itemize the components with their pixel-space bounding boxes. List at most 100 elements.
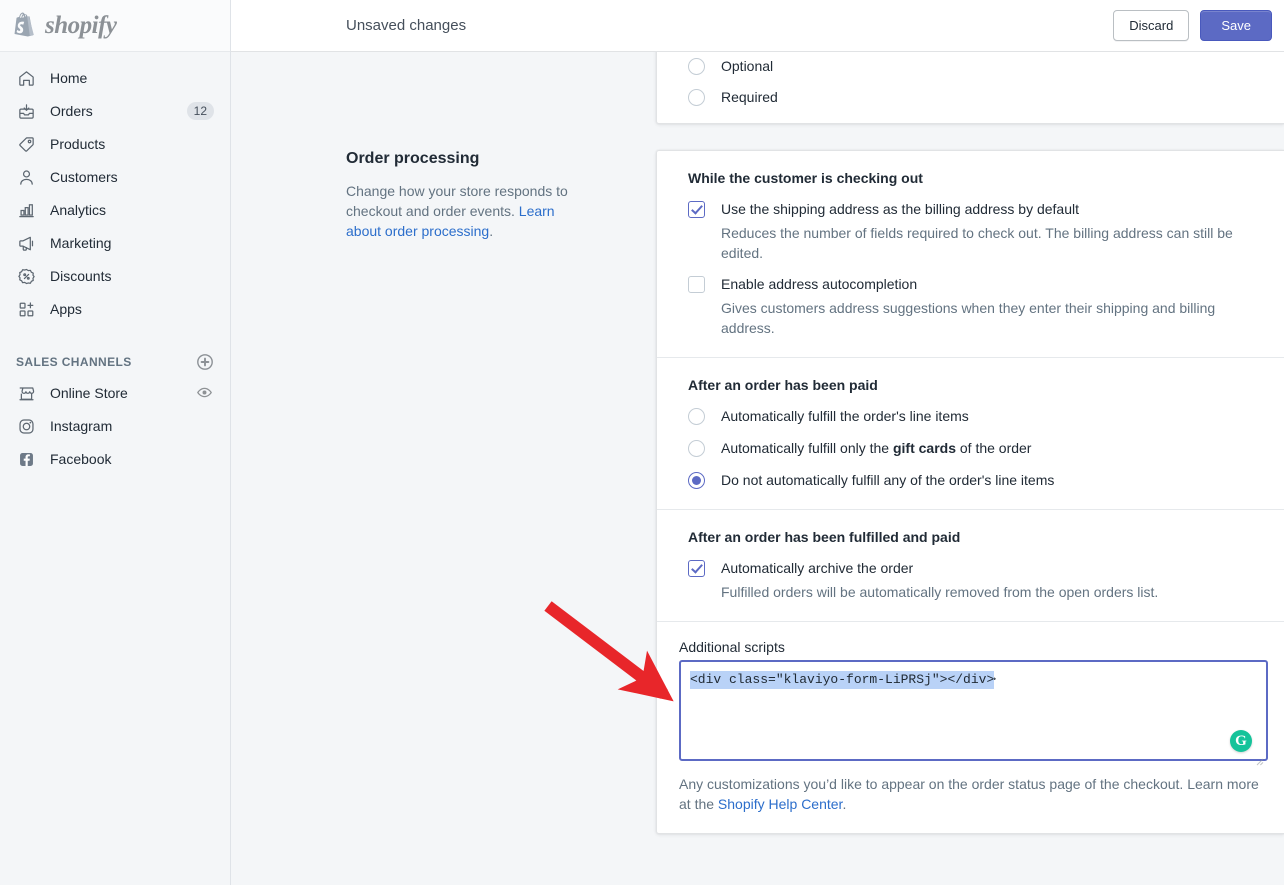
order-processing-row: Order processing Change how your store r… xyxy=(231,150,1284,860)
shopify-help-center-link[interactable]: Shopify Help Center xyxy=(718,796,843,812)
radio-optional-label: Optional xyxy=(721,58,774,74)
orders-icon xyxy=(16,101,36,121)
sidebar-item-label: Facebook xyxy=(50,451,112,467)
checkbox-use-shipping-as-billing[interactable] xyxy=(688,201,705,218)
radio-row-optional[interactable]: Optional xyxy=(688,57,1260,76)
radio-optional[interactable] xyxy=(688,58,705,75)
save-button[interactable]: Save xyxy=(1200,10,1272,41)
discounts-percent-icon xyxy=(16,266,36,286)
plus-circle-icon[interactable] xyxy=(196,353,214,371)
order-processing-description-period: . xyxy=(489,223,494,239)
orders-count-badge: 12 xyxy=(186,102,214,120)
products-tag-icon xyxy=(16,134,36,154)
sales-channels-list: Online Store Instagram Facebook xyxy=(0,377,230,475)
shopify-bag-icon xyxy=(12,12,38,40)
sidebar-item-customers[interactable]: Customers xyxy=(8,161,222,193)
order-processing-description: Change how your store responds to checko… xyxy=(346,181,586,241)
sidebar-item-label: Online Store xyxy=(50,385,128,401)
additional-scripts-input[interactable] xyxy=(679,660,1268,761)
sidebar-item-label: Discounts xyxy=(50,268,112,284)
sidebar-item-orders[interactable]: Orders 12 xyxy=(8,95,222,127)
top-partial-cards: Optional Required xyxy=(656,52,1284,150)
facebook-icon xyxy=(16,449,36,469)
unsaved-changes-label: Unsaved changes xyxy=(346,17,467,34)
instagram-icon xyxy=(16,416,36,436)
contextual-save-bar: Unsaved changes Discard Save xyxy=(231,0,1284,52)
checkbox-auto-archive-order[interactable] xyxy=(688,560,705,577)
radio-required[interactable] xyxy=(688,89,705,106)
sidebar-item-home[interactable]: Home xyxy=(8,62,222,94)
checkbox-enable-address-autocompletion-label: Enable address autocompletion xyxy=(721,276,918,292)
online-store-icon xyxy=(16,383,36,403)
sidebar-item-label: Apps xyxy=(50,301,82,317)
optional-required-options: Optional Required xyxy=(657,53,1284,123)
checkbox-row-address-autocompletion[interactable]: Enable address autocompletion Gives cust… xyxy=(688,275,1260,338)
sidebar-item-discounts[interactable]: Discounts xyxy=(8,260,222,292)
radio-row-fulfill-line-items[interactable]: Automatically fulfill the order's line i… xyxy=(688,407,1260,426)
sidebar-item-label: Orders xyxy=(50,103,93,119)
discard-button[interactable]: Discard xyxy=(1113,10,1190,41)
grammarly-letter: G xyxy=(1235,732,1247,749)
top-partial-spacer xyxy=(231,52,656,150)
grammarly-icon[interactable]: G xyxy=(1230,730,1252,752)
eye-icon[interactable] xyxy=(196,384,214,402)
after-fulfilled-heading: After an order has been fulfilled and pa… xyxy=(688,529,961,545)
radio-row-do-not-fulfill[interactable]: Do not automatically fulfill any of the … xyxy=(688,471,1260,490)
sidebar-item-marketing[interactable]: Marketing xyxy=(8,227,222,259)
sidebar-item-label: Home xyxy=(50,70,88,86)
top-partial-row: Optional Required xyxy=(231,52,1284,150)
sidebar-item-label: Analytics xyxy=(50,202,107,218)
sales-channels-title: SALES CHANNELS xyxy=(16,355,132,369)
checkbox-enable-address-autocompletion[interactable] xyxy=(688,276,705,293)
section-additional-scripts: Additional scripts <div class="klaviyo-f… xyxy=(657,621,1284,833)
order-processing-heading: Order processing xyxy=(346,150,480,167)
sidebar-item-instagram[interactable]: Instagram xyxy=(8,410,222,442)
additional-scripts-field: <div class="klaviyo-form-LiPRSj"></div> … xyxy=(679,660,1268,766)
radio-fulfill-gift-cards[interactable] xyxy=(688,440,705,457)
additional-scripts-help: Any customizations you’d like to appear … xyxy=(679,774,1267,814)
sidebar-item-products[interactable]: Products xyxy=(8,128,222,160)
checkbox-use-shipping-as-billing-label: Use the shipping address as the billing … xyxy=(721,201,1079,217)
radio-fulfill-line-items[interactable] xyxy=(688,408,705,425)
card-order-processing: While the customer is checking out Use t… xyxy=(656,150,1284,834)
section-checking-out: While the customer is checking out Use t… xyxy=(657,151,1284,357)
checking-out-heading: While the customer is checking out xyxy=(688,170,923,186)
checkbox-enable-address-autocompletion-help: Gives customers address suggestions when… xyxy=(721,300,1216,336)
sidebar-item-apps[interactable]: Apps xyxy=(8,293,222,325)
brand-logo[interactable]: shopify xyxy=(0,0,230,52)
sidebar-item-facebook[interactable]: Facebook xyxy=(8,443,222,475)
content-column: Unsaved changes Discard Save Optional Re… xyxy=(231,0,1284,885)
brand-name: shopify xyxy=(45,11,117,39)
order-processing-annotation: Order processing Change how your store r… xyxy=(231,150,656,860)
radio-fulfill-gift-cards-label: Automatically fulfill only the gift card… xyxy=(721,440,1032,456)
sidebar-item-label: Instagram xyxy=(50,418,113,434)
analytics-bars-icon xyxy=(16,200,36,220)
sales-channels-header: SALES CHANNELS xyxy=(0,347,230,377)
customers-person-icon xyxy=(16,167,36,187)
radio-do-not-fulfill[interactable] xyxy=(688,472,705,489)
checkbox-row-auto-archive[interactable]: Automatically archive the order Fulfille… xyxy=(688,559,1260,602)
section-after-paid: After an order has been paid Automatical… xyxy=(657,357,1284,509)
checkbox-auto-archive-order-label: Automatically archive the order xyxy=(721,560,914,576)
checkbox-row-billing-address[interactable]: Use the shipping address as the billing … xyxy=(688,200,1260,263)
radio-required-label: Required xyxy=(721,89,778,105)
sidebar: shopify Home Orders 12 Products Customer… xyxy=(0,0,231,885)
after-paid-heading: After an order has been paid xyxy=(688,377,878,393)
order-processing-cards: While the customer is checking out Use t… xyxy=(656,150,1284,860)
sidebar-item-analytics[interactable]: Analytics xyxy=(8,194,222,226)
radio-row-required[interactable]: Required xyxy=(688,88,1260,107)
checkbox-use-shipping-as-billing-help: Reduces the number of fields required to… xyxy=(721,225,1233,261)
section-after-fulfilled: After an order has been fulfilled and pa… xyxy=(657,509,1284,621)
card-optional-required: Optional Required xyxy=(656,52,1284,124)
sidebar-item-label: Products xyxy=(50,136,106,152)
sidebar-item-online-store[interactable]: Online Store xyxy=(8,377,222,409)
radio-fulfill-line-items-label: Automatically fulfill the order's line i… xyxy=(721,408,969,424)
additional-scripts-label: Additional scripts xyxy=(679,639,785,655)
checkbox-auto-archive-order-help: Fulfilled orders will be automatically r… xyxy=(721,584,1159,600)
shopify-admin-window: shopify Home Orders 12 Products Customer… xyxy=(0,0,1284,885)
radio-do-not-fulfill-label: Do not automatically fulfill any of the … xyxy=(721,472,1055,488)
additional-scripts-help-period: . xyxy=(842,796,847,812)
sidebar-item-label: Customers xyxy=(50,169,118,185)
primary-nav: Home Orders 12 Products Customers Analyt… xyxy=(0,52,230,325)
radio-row-fulfill-gift-cards[interactable]: Automatically fulfill only the gift card… xyxy=(688,439,1260,458)
